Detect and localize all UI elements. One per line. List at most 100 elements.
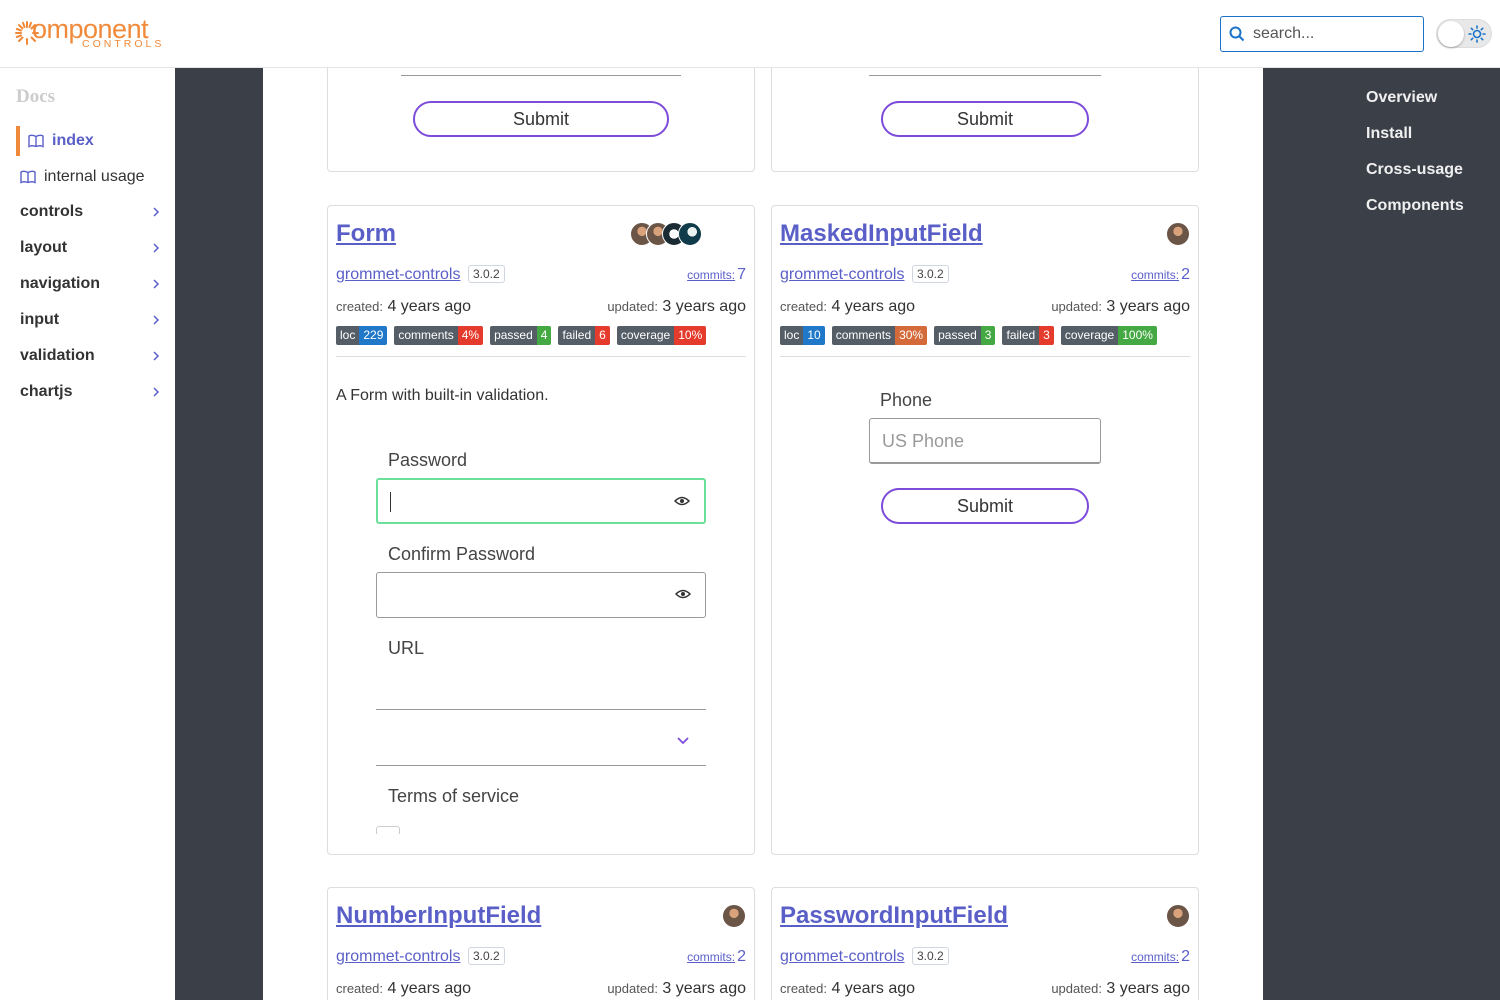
component-controls-logo[interactable]: omponent CONTROLS: [14, 14, 165, 52]
badge-key: loc: [780, 326, 804, 345]
badge-value: 3: [980, 326, 996, 345]
terms-checkbox[interactable]: [376, 826, 400, 834]
submit-button[interactable]: Submit: [413, 101, 669, 137]
contributors-avatars: [722, 904, 746, 928]
updated-date: updated: 3 years ago: [607, 980, 746, 998]
eye-icon[interactable]: [675, 588, 691, 600]
main-content: Submit Submit Form grommet-controls 3.0.…: [263, 68, 1263, 1000]
badge-key: comments: [394, 326, 458, 345]
sidebar-item-internal-usage[interactable]: internal usage: [16, 162, 161, 192]
created-value: 4 years ago: [831, 298, 916, 315]
sidebar-group-navigation[interactable]: navigation: [16, 269, 161, 299]
updated-label: updated:: [607, 981, 658, 996]
updated-date: updated: 3 years ago: [607, 298, 746, 316]
avatar[interactable]: [1166, 904, 1190, 928]
password-field[interactable]: [376, 478, 706, 524]
component-card-passwordinputfield: PasswordInputField grommet-controls 3.0.…: [771, 887, 1199, 1000]
commits-link[interactable]: commits:: [1131, 268, 1179, 282]
badge-value: 3: [1039, 326, 1054, 345]
commits-number: 7: [737, 266, 746, 283]
card-title-link[interactable]: Form: [336, 220, 396, 248]
created-date: created: 4 years ago: [336, 980, 471, 998]
badge-value: 6: [595, 326, 610, 345]
card-title-link[interactable]: NumberInputField: [336, 902, 541, 930]
sidebar-group-label: input: [20, 311, 60, 328]
stat-badge-passed: passed 3: [934, 326, 996, 345]
card-description: A Form with built-in validation.: [336, 387, 549, 404]
badge-value: 4%: [457, 326, 484, 345]
card-title-link[interactable]: PasswordInputField: [780, 902, 1008, 930]
avatar[interactable]: [1166, 222, 1190, 246]
eye-icon[interactable]: [674, 495, 690, 507]
component-card-partial: Submit: [771, 68, 1199, 172]
phone-field[interactable]: US Phone: [869, 418, 1101, 464]
version-tag: 3.0.2: [912, 265, 949, 283]
sidebar-group-validation[interactable]: validation: [16, 341, 161, 371]
repo-link[interactable]: grommet-controls: [780, 266, 904, 284]
commits-number: 2: [737, 948, 746, 965]
chevron-right-icon: [153, 279, 160, 289]
repo-link[interactable]: grommet-controls: [780, 948, 904, 966]
repo-link[interactable]: grommet-controls: [336, 948, 460, 966]
commits-link[interactable]: commits:: [687, 950, 735, 964]
badge-value: 10: [803, 326, 825, 345]
terms-label: Terms of service: [388, 786, 520, 806]
sidebar-group-controls[interactable]: controls: [16, 197, 161, 227]
chevron-right-icon: [153, 315, 160, 325]
created-date: created: 4 years ago: [336, 298, 471, 316]
stat-badge-passed: passed 4: [490, 326, 552, 345]
stats-badges: loc 10 comments 30% passed 3 failed 3 coverage 10…: [780, 326, 1157, 345]
component-card-form: Form grommet-controls 3.0.2 commits: 7 cr…: [327, 205, 755, 855]
chevron-right-icon: [153, 387, 160, 397]
commits-count: commits: 2: [687, 948, 746, 966]
badge-value: 10%: [674, 326, 707, 345]
avatar[interactable]: [678, 222, 702, 246]
submit-button[interactable]: Submit: [881, 488, 1089, 524]
avatar[interactable]: [722, 904, 746, 928]
sidebar-group-chartjs[interactable]: chartjs: [16, 377, 161, 407]
toc-item-cross-usage[interactable]: Cross-usage: [1366, 161, 1463, 179]
created-date: created: 4 years ago: [780, 980, 915, 998]
badge-value: 100%: [1118, 326, 1157, 345]
updated-value: 3 years ago: [662, 298, 746, 315]
divider: [780, 356, 1190, 357]
badge-key: passed: [934, 326, 981, 345]
commits-link[interactable]: commits:: [1131, 950, 1179, 964]
password-label: Password: [388, 450, 468, 470]
toc-item-overview[interactable]: Overview: [1366, 89, 1437, 107]
sidebar-group-label: chartjs: [20, 383, 73, 400]
repo-link[interactable]: grommet-controls: [336, 266, 460, 284]
created-label: created:: [336, 299, 383, 314]
phone-label: Phone: [880, 390, 933, 410]
version-tag: 3.0.2: [468, 265, 505, 283]
confirm-password-field[interactable]: [376, 572, 706, 618]
commits-number: 2: [1181, 266, 1190, 283]
search-input[interactable]: [1253, 25, 1413, 43]
select-dropdown[interactable]: [376, 716, 706, 766]
commits-count: commits: 2: [1131, 266, 1190, 284]
select-underline: [376, 765, 706, 766]
submit-button[interactable]: Submit: [881, 101, 1089, 137]
badge-key: comments: [831, 326, 896, 345]
card-title-link[interactable]: MaskedInputField: [780, 220, 983, 248]
input-underline: [869, 75, 1101, 76]
confirm-password-label: Confirm Password: [388, 544, 536, 564]
toc-item-components[interactable]: Components: [1366, 197, 1464, 215]
url-input[interactable]: [376, 709, 706, 710]
sidebar-item-index[interactable]: index: [16, 126, 161, 156]
stat-badge-comments: comments 4%: [394, 326, 484, 345]
theme-toggle[interactable]: [1436, 19, 1492, 48]
commits-link[interactable]: commits:: [687, 268, 735, 282]
sidebar-group-input[interactable]: input: [16, 305, 161, 335]
updated-value: 3 years ago: [1106, 298, 1190, 315]
badge-value: 229: [359, 326, 388, 345]
logo-subtitle: CONTROLS: [82, 38, 165, 50]
toc-item-install[interactable]: Install: [1366, 125, 1412, 143]
badge-key: coverage: [616, 326, 675, 345]
sidebar-group-label: layout: [20, 239, 68, 256]
left-sidebar: Docs index internal usage controls layou…: [0, 68, 175, 1000]
search-box[interactable]: [1220, 16, 1424, 52]
created-value: 4 years ago: [387, 980, 472, 997]
chevron-right-icon: [153, 351, 160, 361]
sidebar-group-layout[interactable]: layout: [16, 233, 161, 263]
